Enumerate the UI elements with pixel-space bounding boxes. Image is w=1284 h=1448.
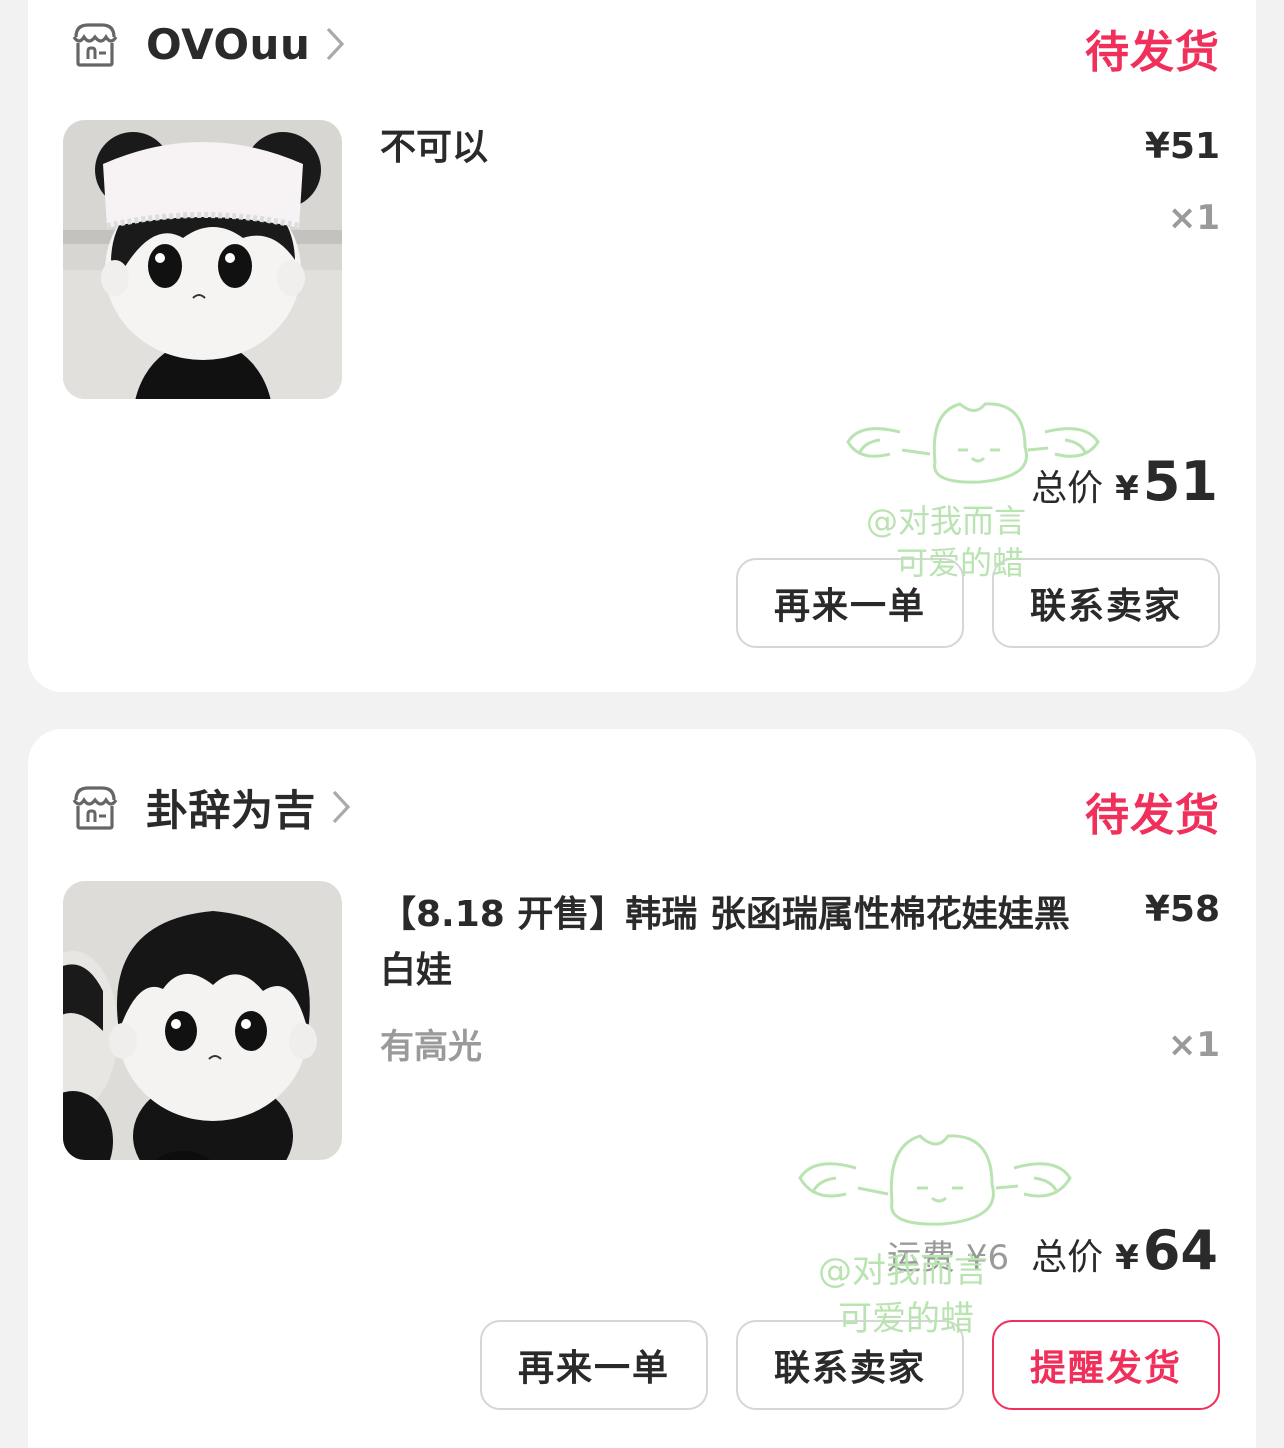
order-actions: 再来一单 联系卖家 — [736, 558, 1220, 648]
currency-symbol: ¥ — [1115, 469, 1139, 509]
product-title[interactable]: 不可以 — [380, 120, 1100, 176]
contact-seller-button[interactable]: 联系卖家 — [992, 558, 1220, 648]
total-amount: 51 — [1142, 450, 1218, 513]
product-thumbnail[interactable] — [63, 881, 342, 1160]
product-spec: 有高光 — [380, 1027, 482, 1067]
order-status: 待发货 — [1085, 790, 1220, 841]
shop-name: 卦辞为吉 — [146, 785, 317, 835]
remind-shipping-button[interactable]: 提醒发货 — [992, 1320, 1220, 1410]
shop-name: OVOuu — [146, 19, 311, 69]
store-icon — [72, 786, 118, 830]
plush-doll-image — [63, 120, 342, 399]
total-amount: 64 — [1142, 1219, 1218, 1282]
plush-doll-image — [63, 881, 342, 1160]
chevron-right-icon — [327, 27, 345, 61]
product-price: ¥58 — [1144, 889, 1220, 930]
total-label: 总价 — [1031, 468, 1104, 509]
shop-header[interactable]: 卦辞为吉 待发货 — [68, 777, 1220, 841]
contact-seller-button[interactable]: 联系卖家 — [736, 1320, 964, 1410]
product-price: ¥51 — [1144, 126, 1220, 167]
order-card: 卦辞为吉 待发货 【8.18 开售】韩瑞 张函瑞属性棉花娃娃黑白娃 有高光 ¥5… — [28, 729, 1256, 1448]
order-total: 总价 ¥ 51 — [1031, 450, 1218, 513]
order-card: OVOuu 待发货 不可以 ¥51 ×1 总价 ¥ 51 再来一单 联系卖家 — [28, 0, 1256, 692]
reorder-button[interactable]: 再来一单 — [736, 558, 964, 648]
product-quantity: ×1 — [1167, 1025, 1220, 1065]
total-label: 总价 — [1031, 1237, 1104, 1278]
order-total: 运费 ¥6 总价 ¥ 64 — [887, 1219, 1218, 1282]
reorder-button[interactable]: 再来一单 — [480, 1320, 708, 1410]
product-title[interactable]: 【8.18 开售】韩瑞 张函瑞属性棉花娃娃黑白娃 — [380, 887, 1100, 999]
product-quantity: ×1 — [1167, 198, 1220, 238]
chevron-right-icon — [332, 790, 351, 824]
order-status: 待发货 — [1085, 27, 1220, 78]
product-thumbnail[interactable] — [63, 120, 342, 399]
shipping-fee: 运费 ¥6 — [887, 1238, 1010, 1278]
store-icon — [72, 23, 118, 67]
order-actions: 再来一单 联系卖家 提醒发货 — [480, 1320, 1220, 1410]
shop-header[interactable]: OVOuu 待发货 — [68, 14, 1220, 78]
currency-symbol: ¥ — [1115, 1238, 1139, 1278]
